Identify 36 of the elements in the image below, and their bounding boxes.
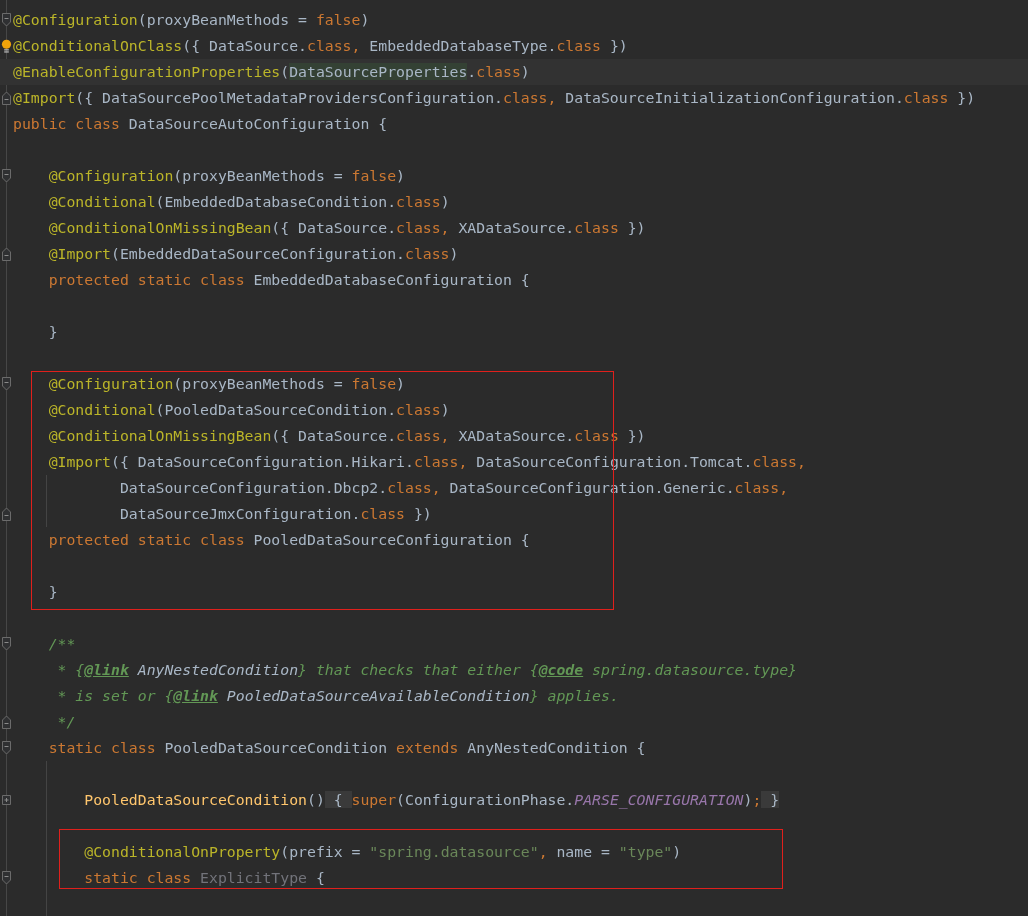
code-line: DataSourceJmxConfiguration.class }) xyxy=(118,504,432,524)
collapse-icon[interactable] xyxy=(1,714,12,730)
collapse-icon[interactable] xyxy=(1,636,12,652)
code-line: @EnableConfigurationProperties(DataSourceProperties.class) xyxy=(13,62,530,82)
code-line: protected static class EmbeddedDatabaseConfiguration { xyxy=(47,270,530,290)
collapse-icon[interactable] xyxy=(1,168,12,184)
code-line: static class ExplicitType { xyxy=(83,868,325,888)
code-line: * is set or {@link PooledDataSourceAvailableCondition} applies. xyxy=(56,686,619,706)
code-line: static class PooledDataSourceCondition extends AnyNestedCondition { xyxy=(47,738,646,758)
code-line: } xyxy=(47,582,58,602)
collapse-icon[interactable] xyxy=(1,506,12,522)
expand-icon[interactable] xyxy=(1,792,12,808)
code-line: @ConditionalOnMissingBean({ DataSource.class, XADataSource.class }) xyxy=(47,218,646,238)
code-line: @Conditional(EmbeddedDatabaseCondition.class) xyxy=(47,192,450,212)
code-line: /** xyxy=(47,634,76,654)
collapse-icon[interactable] xyxy=(1,376,12,392)
code-line: @Configuration(proxyBeanMethods = false) xyxy=(13,10,370,30)
lightbulb-icon[interactable] xyxy=(1,39,12,54)
collapse-icon[interactable] xyxy=(1,12,12,28)
code-line: @Import(EmbeddedDataSourceConfiguration.class) xyxy=(47,244,459,264)
collapse-icon[interactable] xyxy=(1,246,12,262)
code-line: */ xyxy=(56,712,76,732)
code-line: @Import({ DataSourcePoolMetadataProvidersConfiguration.class, DataSourceInitializationConfiguration.class }) xyxy=(13,88,976,108)
code-line: PooledDataSourceCondition() { super(ConfigurationPhase.PARSE_CONFIGURATION); } xyxy=(83,790,780,811)
code-line: @Configuration(proxyBeanMethods = false) xyxy=(47,374,405,394)
code-line: } xyxy=(47,322,58,342)
collapse-icon[interactable] xyxy=(1,90,12,106)
code-line: protected static class PooledDataSourceConfiguration { xyxy=(47,530,530,550)
collapse-icon[interactable] xyxy=(1,740,12,756)
code-line: * {@link AnyNestedCondition} that checks that either {@code spring.datasource.type} xyxy=(56,660,797,680)
code-line: @ConditionalOnClass({ DataSource.class, EmbeddedDatabaseType.class }) xyxy=(13,36,628,56)
collapse-icon[interactable] xyxy=(1,870,12,886)
code-line: @Conditional(PooledDataSourceCondition.class) xyxy=(47,400,450,420)
code-line: public class DataSourceAutoConfiguration { xyxy=(13,114,388,134)
code-line: @ConditionalOnProperty(prefix = "spring.datasource", name = "type") xyxy=(83,842,682,862)
code-line: @Configuration(proxyBeanMethods = false) xyxy=(47,166,405,186)
